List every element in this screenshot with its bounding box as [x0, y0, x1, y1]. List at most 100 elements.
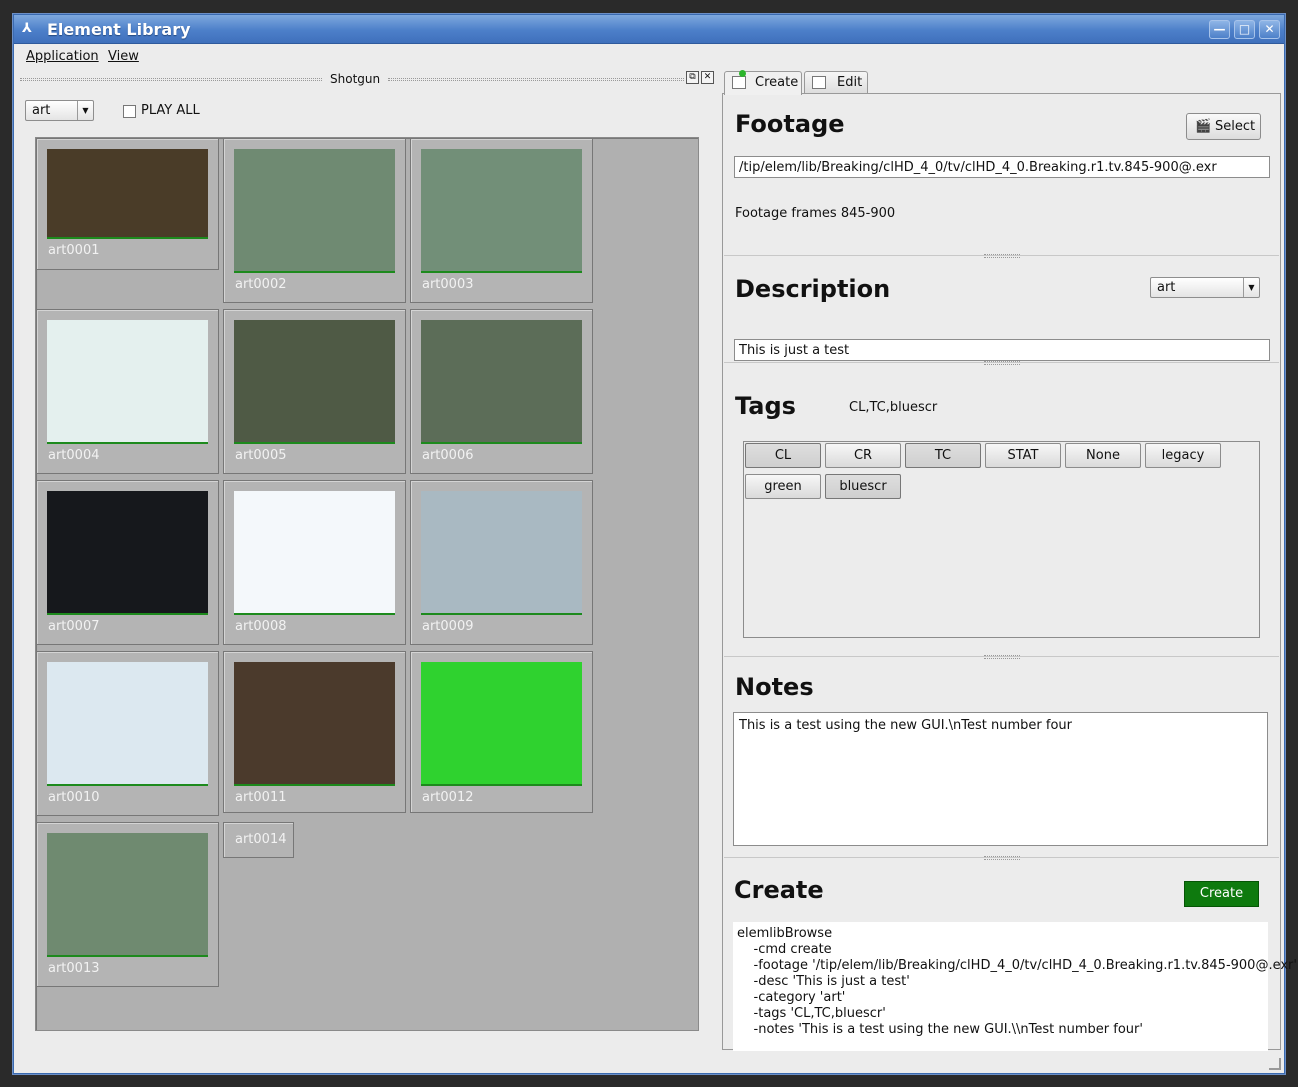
- thumbnail-image: [47, 491, 208, 615]
- thumbnail-image: [47, 833, 208, 957]
- thumbnail-tile[interactable]: art0012: [410, 651, 593, 813]
- menu-application[interactable]: Application: [26, 49, 99, 64]
- notes-textarea[interactable]: This is a test using the new GUI.\nTest …: [733, 712, 1268, 846]
- thumbnail-tile[interactable]: art0003: [410, 138, 593, 303]
- tag-button[interactable]: CR: [825, 443, 901, 468]
- minimize-button[interactable]: —: [1209, 20, 1230, 39]
- thumbnail-image: [421, 149, 582, 273]
- create-heading: Create: [734, 876, 824, 904]
- thumbnail-tile[interactable]: art0009: [410, 480, 593, 645]
- dock-grip-right: [388, 78, 684, 81]
- tags-button-area: CL CR TC STAT None legacy green bluescr: [743, 441, 1260, 638]
- create-button[interactable]: Create: [1184, 881, 1259, 907]
- tab-bar: Create Edit: [722, 70, 1282, 95]
- chevron-down-icon: ▼: [77, 101, 93, 120]
- chevron-down-icon: ▼: [1243, 278, 1259, 297]
- splitter-handle[interactable]: [984, 856, 1020, 860]
- tags-heading: Tags: [735, 392, 796, 420]
- tab-create[interactable]: Create: [724, 70, 802, 95]
- thumbnail-tile[interactable]: art0013: [36, 822, 219, 987]
- app-icon: ⅄: [22, 21, 32, 36]
- dock-title: Shotgun: [330, 72, 381, 86]
- description-category-value: art: [1157, 280, 1176, 295]
- menu-view-label: View: [108, 49, 139, 64]
- menu-bar: Application View: [14, 45, 1284, 69]
- footage-section: Footage 🎬 Select /tip/elem/lib/Breaking/…: [724, 94, 1279, 258]
- tab-create-label: Create: [755, 75, 799, 90]
- shotgun-dock-header: Shotgun ⧉ ✕: [20, 71, 714, 87]
- tags-summary: CL,TC,bluescr: [849, 400, 938, 415]
- window-title: Element Library: [47, 20, 191, 39]
- clapperboard-icon: 🎬: [1195, 119, 1212, 134]
- thumbnail-image: [234, 320, 395, 444]
- tag-button[interactable]: bluescr: [825, 474, 901, 499]
- thumbnail-image: [47, 662, 208, 786]
- maximize-button[interactable]: □: [1234, 20, 1255, 39]
- thumbnail-tile[interactable]: art0011: [223, 651, 406, 813]
- thumbnail-image: [421, 491, 582, 615]
- thumbnail-label: art0003: [422, 277, 474, 292]
- thumbnail-label: art0002: [235, 277, 287, 292]
- thumbnail-tile[interactable]: art0002: [223, 138, 406, 303]
- select-button-label: Select: [1215, 119, 1256, 134]
- description-field[interactable]: This is just a test: [734, 339, 1270, 361]
- create-panel: Footage 🎬 Select /tip/elem/lib/Breaking/…: [722, 93, 1297, 1051]
- thumbnail-tile[interactable]: art0007: [36, 480, 219, 645]
- description-category-combo[interactable]: art ▼: [1150, 277, 1260, 298]
- thumbnail-image: [234, 491, 395, 615]
- thumbnail-tile[interactable]: art0001: [36, 138, 219, 270]
- thumbnail-tile[interactable]: art0008: [223, 480, 406, 645]
- description-heading: Description: [735, 275, 891, 303]
- footage-frames-text: Footage frames 845-900: [735, 206, 896, 221]
- thumbnail-tile[interactable]: art0010: [36, 651, 219, 816]
- title-bar[interactable]: ⅄ Element Library — □ ✕: [14, 15, 1284, 44]
- thumbnail-image: [47, 149, 208, 239]
- thumbnail-label: art0005: [235, 448, 287, 463]
- play-all-label: PLAY ALL: [141, 103, 200, 118]
- create-tab-icon: [732, 76, 746, 89]
- thumbnail-image: [234, 662, 395, 786]
- list-icon: [812, 76, 826, 89]
- create-command-text: elemlibBrowse -cmd create -footage '/tip…: [733, 922, 1297, 1051]
- play-all-checkbox[interactable]: [123, 105, 136, 118]
- resize-grip[interactable]: [1269, 1058, 1281, 1070]
- menu-application-label: Application: [26, 49, 99, 64]
- tag-button[interactable]: CL: [745, 443, 821, 468]
- category-combo-value: art: [32, 103, 51, 118]
- thumbnail-image: [47, 320, 208, 444]
- thumbnail-label: art0014: [235, 832, 287, 847]
- splitter-handle[interactable]: [984, 655, 1020, 659]
- tag-button[interactable]: legacy: [1145, 443, 1221, 468]
- thumbnail-image: [234, 149, 395, 273]
- thumbnail-tile[interactable]: art0014: [223, 822, 294, 858]
- dock-float-icon[interactable]: ⧉: [686, 71, 699, 84]
- select-button[interactable]: 🎬 Select: [1186, 113, 1261, 140]
- thumbnail-image: [421, 662, 582, 786]
- dock-close-icon[interactable]: ✕: [701, 71, 714, 84]
- thumbnail-gallery[interactable]: art0001 art0002 art0003 art0004 art0005 art00…: [35, 137, 699, 1031]
- tag-button[interactable]: None: [1065, 443, 1141, 468]
- close-button[interactable]: ✕: [1259, 20, 1280, 39]
- thumbnail-label: art0013: [48, 961, 100, 976]
- footage-path-field[interactable]: /tip/elem/lib/Breaking/clHD_4_0/tv/clHD_…: [734, 156, 1270, 178]
- thumbnail-label: art0011: [235, 790, 287, 805]
- tab-edit-label: Edit: [837, 75, 863, 90]
- tab-edit[interactable]: Edit: [804, 71, 868, 94]
- notes-heading: Notes: [735, 673, 814, 701]
- splitter-handle[interactable]: [984, 361, 1020, 365]
- category-combo[interactable]: art ▼: [25, 100, 94, 121]
- green-dot-icon: [739, 70, 746, 77]
- menu-view[interactable]: View: [108, 49, 139, 64]
- tag-button[interactable]: green: [745, 474, 821, 499]
- footage-heading: Footage: [735, 110, 845, 138]
- splitter-handle[interactable]: [984, 254, 1020, 258]
- tag-button[interactable]: STAT: [985, 443, 1061, 468]
- thumbnail-tile[interactable]: art0005: [223, 309, 406, 474]
- thumbnail-tile[interactable]: art0006: [410, 309, 593, 474]
- thumbnail-label: art0009: [422, 619, 474, 634]
- tag-button[interactable]: TC: [905, 443, 981, 468]
- thumbnail-label: art0006: [422, 448, 474, 463]
- thumbnail-label: art0008: [235, 619, 287, 634]
- thumbnail-tile[interactable]: art0004: [36, 309, 219, 474]
- thumbnail-label: art0007: [48, 619, 100, 634]
